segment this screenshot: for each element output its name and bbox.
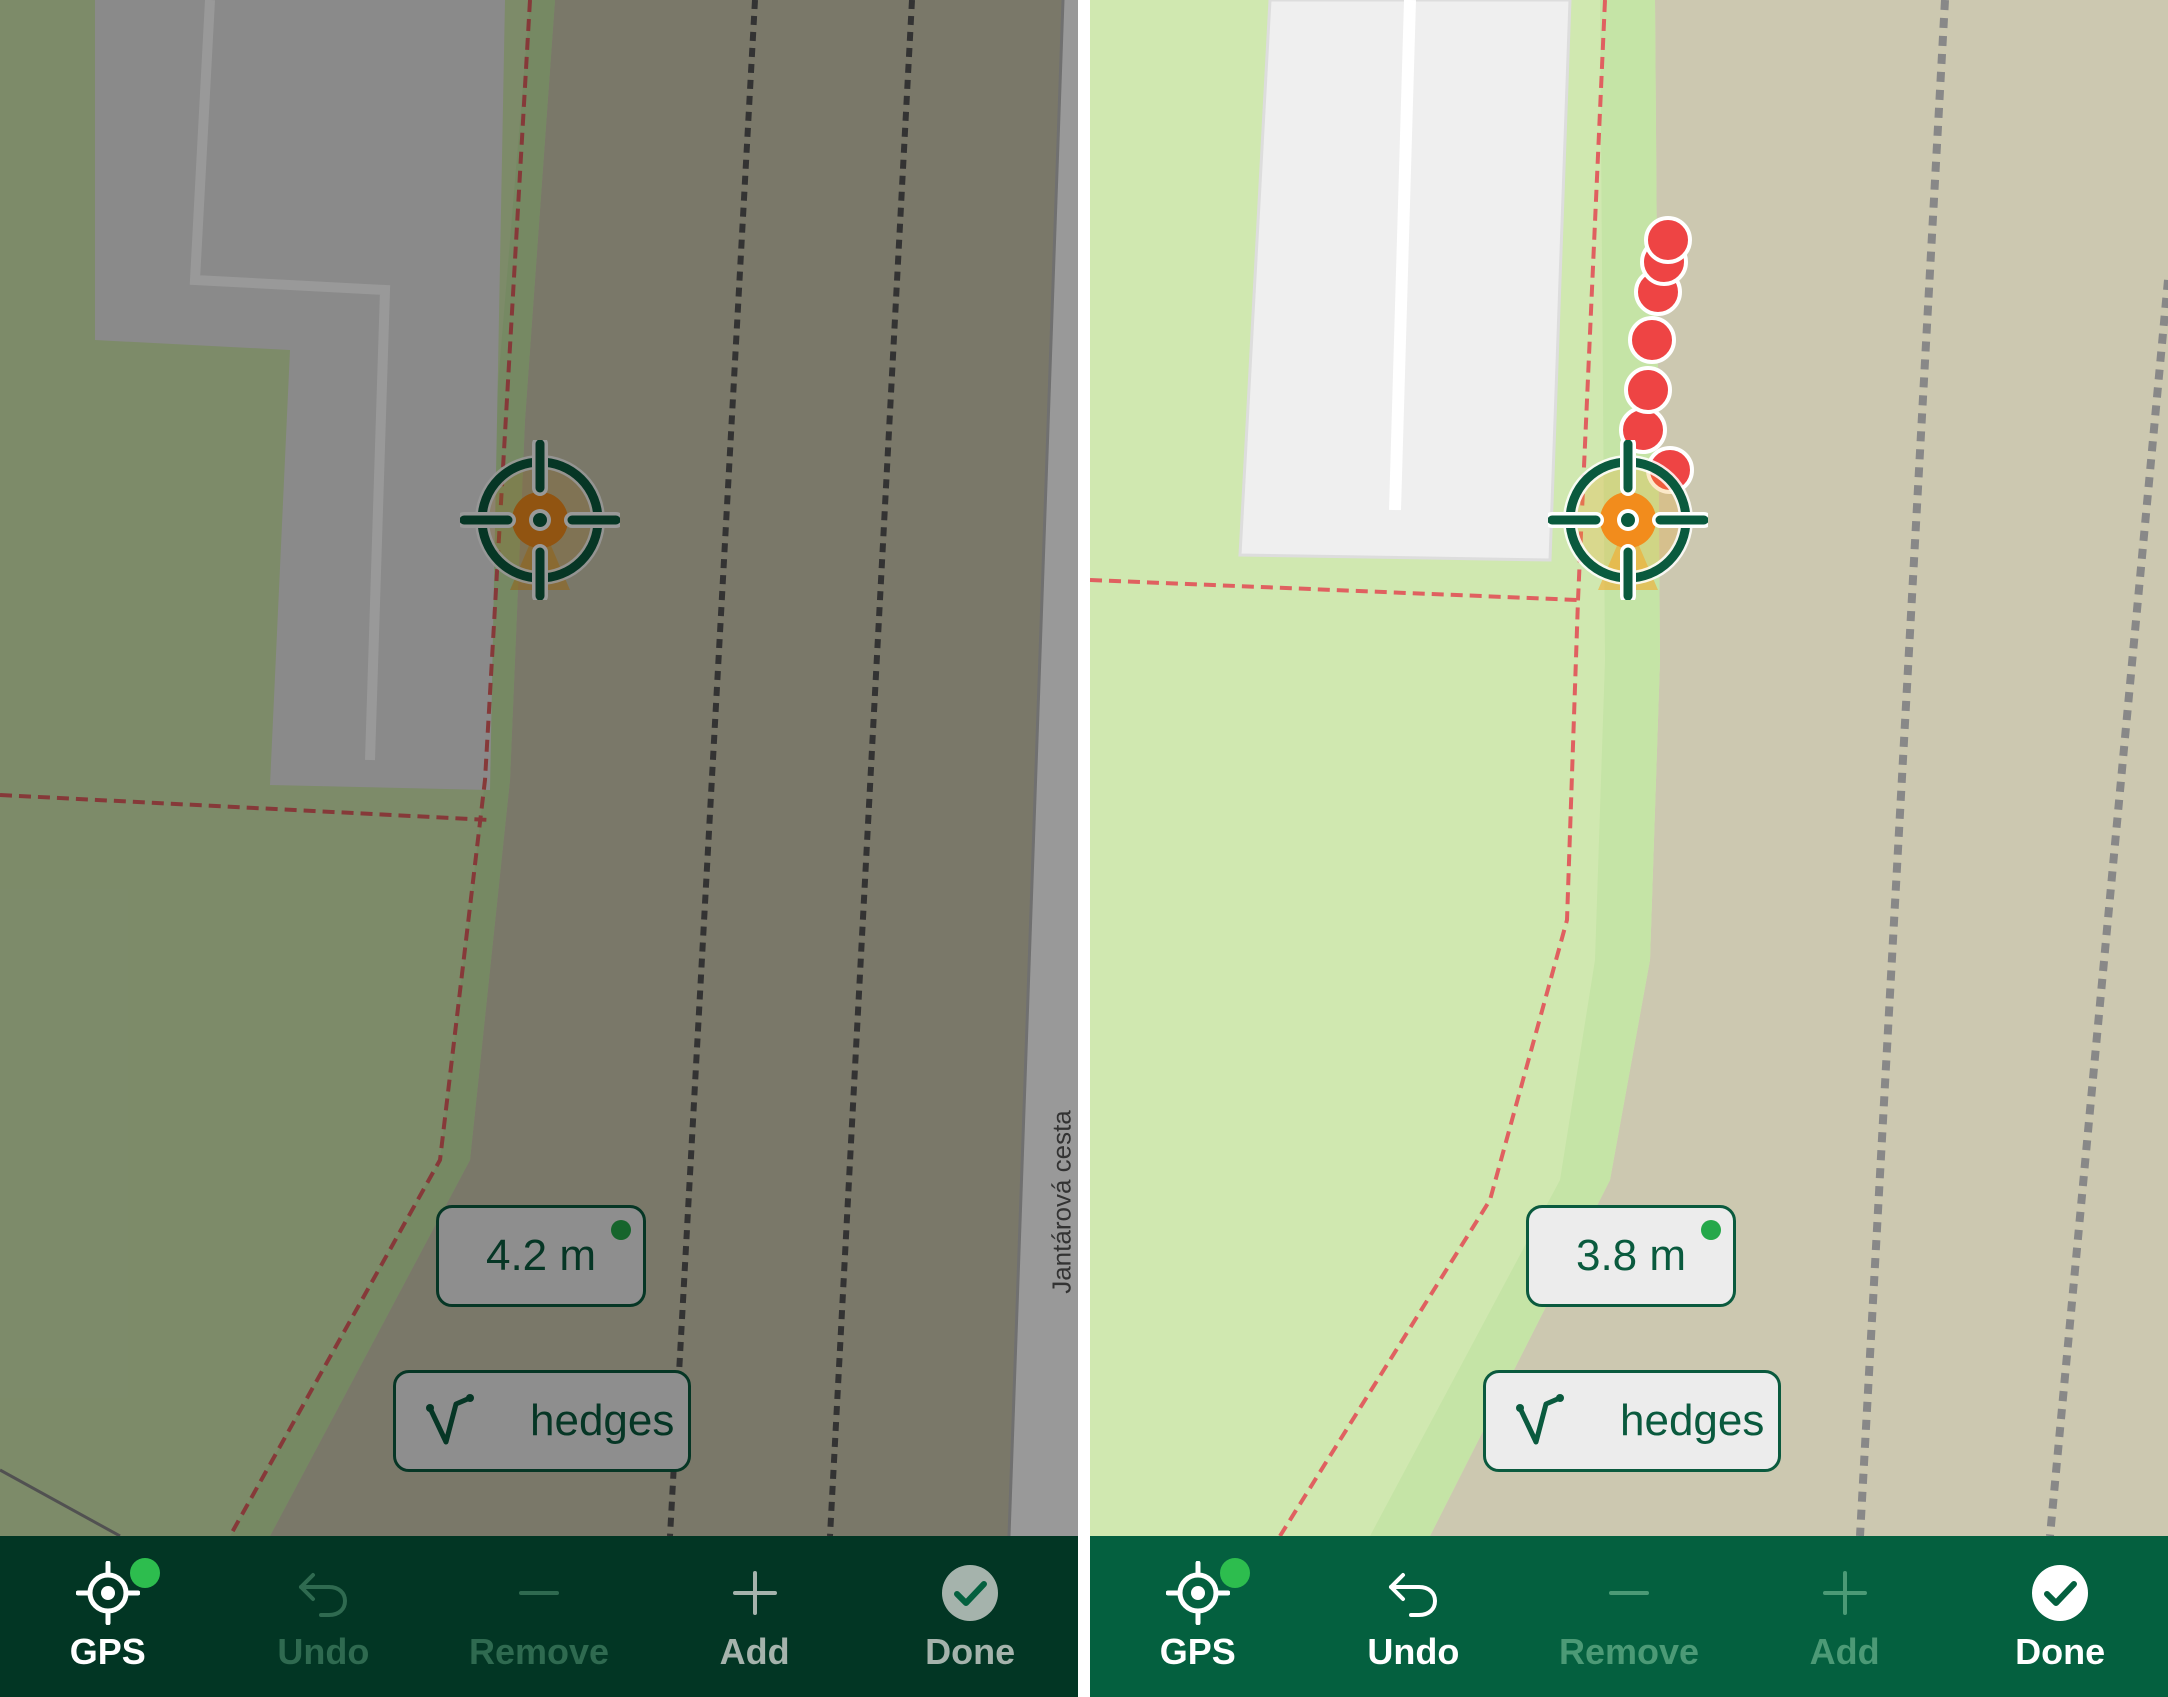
layer-label: hedges bbox=[1620, 1396, 1765, 1445]
layer-label: hedges bbox=[530, 1396, 675, 1445]
gps-accuracy-chip: 4.2 m bbox=[436, 1205, 646, 1307]
bottom-toolbar: GPS Undo Remove Add Done bbox=[0, 1536, 1078, 1697]
minus-icon bbox=[507, 1561, 571, 1625]
street-label: Jantárová cesta bbox=[1046, 1110, 1077, 1294]
plus-icon bbox=[1813, 1561, 1877, 1625]
gps-button[interactable]: GPS bbox=[1090, 1536, 1306, 1697]
undo-icon bbox=[1381, 1561, 1445, 1625]
crosshair-icon bbox=[1548, 440, 1708, 600]
remove-button[interactable]: Remove bbox=[431, 1536, 647, 1697]
gps-button-label: GPS bbox=[69, 1630, 146, 1672]
recorded-point bbox=[1624, 366, 1672, 414]
add-button[interactable]: Add bbox=[1737, 1536, 1953, 1697]
undo-button-label: Undo bbox=[277, 1630, 370, 1672]
bottom-toolbar: GPS Undo Remove Add Done bbox=[1090, 1536, 2168, 1697]
gps-accuracy-value: 3.8 m bbox=[1575, 1231, 1687, 1280]
gps-status-dot bbox=[611, 1220, 631, 1240]
gps-accuracy-chip: 3.8 m bbox=[1526, 1205, 1736, 1307]
undo-button-label: Undo bbox=[1367, 1630, 1460, 1672]
recorded-point bbox=[1628, 316, 1676, 364]
undo-button[interactable]: Undo bbox=[216, 1536, 432, 1697]
polyline-icon bbox=[418, 1386, 488, 1456]
gps-accuracy-value: 4.2 m bbox=[485, 1231, 597, 1280]
right-screen: 3.8 m hedges GPS Undo Remove Add Done bbox=[1090, 0, 2168, 1697]
undo-icon bbox=[291, 1561, 355, 1625]
minus-icon bbox=[1597, 1561, 1661, 1625]
left-screen: Jantárová cesta 4.2 m hedges GPS Undo Re… bbox=[0, 0, 1078, 1697]
remove-button-label: Remove bbox=[468, 1630, 610, 1672]
polyline-icon bbox=[1508, 1386, 1578, 1456]
remove-button-label: Remove bbox=[1558, 1630, 1700, 1672]
check-circle-icon bbox=[2028, 1561, 2092, 1625]
layer-chip[interactable]: hedges bbox=[1483, 1370, 1781, 1472]
gps-status-indicator bbox=[1220, 1558, 1250, 1588]
layer-chip[interactable]: hedges bbox=[393, 1370, 691, 1472]
add-button-label: Add bbox=[1809, 1630, 1880, 1672]
plus-icon bbox=[723, 1561, 787, 1625]
recorded-point bbox=[1644, 216, 1692, 264]
done-button-label: Done bbox=[925, 1630, 1016, 1672]
gps-status-dot bbox=[1701, 1220, 1721, 1240]
gps-button[interactable]: GPS bbox=[0, 1536, 216, 1697]
done-button-label: Done bbox=[2015, 1630, 2106, 1672]
done-button[interactable]: Done bbox=[1952, 1536, 2168, 1697]
add-button-label: Add bbox=[719, 1630, 790, 1672]
undo-button[interactable]: Undo bbox=[1306, 1536, 1522, 1697]
add-button[interactable]: Add bbox=[647, 1536, 863, 1697]
gps-button-label: GPS bbox=[1159, 1630, 1236, 1672]
check-circle-icon bbox=[938, 1561, 1002, 1625]
done-button[interactable]: Done bbox=[862, 1536, 1078, 1697]
crosshair-icon bbox=[460, 440, 620, 600]
remove-button[interactable]: Remove bbox=[1521, 1536, 1737, 1697]
gps-status-indicator bbox=[130, 1558, 160, 1588]
